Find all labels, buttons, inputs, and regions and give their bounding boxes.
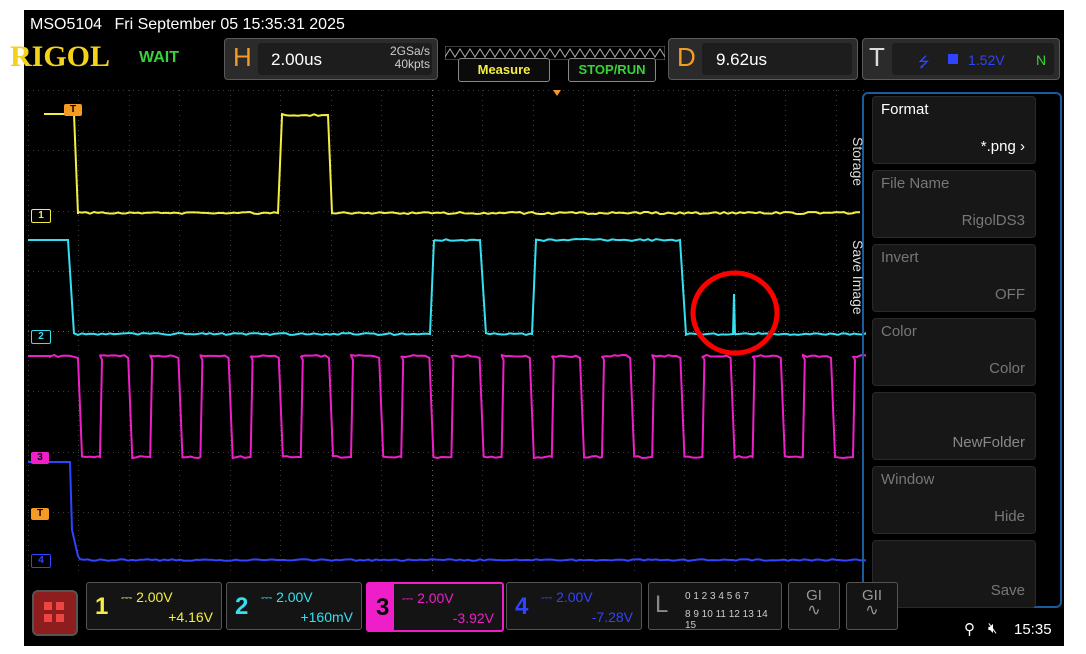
stop-run-button[interactable]: STOP/RUN xyxy=(568,58,656,82)
trigger-level-marker[interactable]: T xyxy=(31,508,49,520)
ch3-marker[interactable]: 3 xyxy=(31,452,49,464)
ch4-offset: -7.28V xyxy=(592,609,633,625)
ch3-offset: -3.92V xyxy=(453,610,494,626)
generator1-button[interactable]: GI ∿ xyxy=(788,582,840,630)
generator2-button[interactable]: GII ∿ xyxy=(846,582,898,630)
ch3-scale-value: 2.00V xyxy=(417,590,454,606)
ch2-number: 2 xyxy=(235,593,248,621)
ch4-number: 4 xyxy=(515,593,528,621)
invert-title: Invert xyxy=(881,249,919,266)
ch4-marker[interactable]: 4 xyxy=(31,554,51,568)
horizontal-letter: H xyxy=(233,42,252,73)
new-folder-label: NewFolder xyxy=(952,434,1025,451)
sample-info: 2GSa/s 40kpts xyxy=(370,45,430,71)
menu-file-name[interactable]: File Name RigolDS3 xyxy=(872,170,1036,238)
datetime: Fri September 05 15:35:31 2025 xyxy=(115,16,345,33)
logic-row2: 8 9 10 11 12 13 14 15 xyxy=(685,609,781,631)
format-title: Format xyxy=(881,101,929,118)
logic-panel[interactable]: L 0 1 2 3 4 5 6 7 8 9 10 11 12 13 14 15 xyxy=(648,582,782,630)
channel4-panel[interactable]: 4 ⎓ 2.00V -7.28V xyxy=(506,582,642,630)
logic-letter: L xyxy=(655,591,668,619)
dc-coupling-icon: ⎓ xyxy=(261,589,276,605)
save-label: Save xyxy=(991,582,1025,599)
trigger-mode: N xyxy=(1036,52,1046,68)
ch1-scale: ⎓ 2.00V xyxy=(121,589,173,606)
grid-square-icon xyxy=(56,602,64,610)
ch2-marker[interactable]: 2 xyxy=(31,330,51,344)
color-title: Color xyxy=(881,323,917,340)
logic-row1: 0 1 2 3 4 5 6 7 xyxy=(685,591,749,602)
menu-new-folder[interactable]: NewFolder xyxy=(872,392,1036,460)
model-name: MSO5104 xyxy=(30,16,102,33)
title-bar: MSO5104 Fri September 05 15:35:31 2025 xyxy=(24,10,345,40)
usb-icon: ⚲ xyxy=(964,620,975,638)
color-value: Color xyxy=(989,360,1025,377)
dc-coupling-icon: ⎓ xyxy=(121,589,136,605)
menu-format[interactable]: Format *.png › xyxy=(872,96,1036,164)
source-ch4-icon xyxy=(948,54,958,64)
grid-square-icon xyxy=(44,602,52,610)
app-menu-button[interactable] xyxy=(32,590,78,636)
file-name-title: File Name xyxy=(881,175,949,192)
memory-depth: 40kpts xyxy=(370,58,430,71)
dc-coupling-icon: ⎓ xyxy=(402,590,417,606)
sine-wave-icon: ∿ xyxy=(847,604,897,618)
delay-value: 9.62us xyxy=(716,50,767,70)
delay-letter: D xyxy=(677,42,696,73)
ch2-offset: +160mV xyxy=(300,609,353,625)
trigger-level: 1.52V xyxy=(968,52,1005,68)
ch3-number: 3 xyxy=(376,594,389,622)
acquisition-status: WAIT xyxy=(139,49,179,67)
clock-time: 15:35 xyxy=(1014,621,1052,638)
ch2-scale: ⎓ 2.00V xyxy=(261,589,313,606)
rigol-logo: RIGOL xyxy=(10,40,110,74)
channel2-panel[interactable]: 2 ⎓ 2.00V +160mV xyxy=(226,582,362,630)
chevron-right-icon: › xyxy=(1016,138,1025,155)
measure-button[interactable]: Measure xyxy=(458,58,550,82)
menu-color[interactable]: Color Color xyxy=(872,318,1036,386)
ch4-scale: ⎓ 2.00V xyxy=(541,589,593,606)
ch1-scale-value: 2.00V xyxy=(136,589,173,605)
window-value: Hide xyxy=(994,508,1025,525)
rising-edge-icon: ⭍ xyxy=(918,52,930,76)
sine-wave-icon: ∿ xyxy=(789,604,839,618)
window-title: Window xyxy=(881,471,934,488)
ch3-scale: ⎓ 2.00V xyxy=(402,590,454,607)
timebase-value: 2.00us xyxy=(271,50,322,70)
ch2-scale-value: 2.00V xyxy=(276,589,313,605)
ch1-marker[interactable]: 1 xyxy=(31,209,51,223)
menu-invert[interactable]: Invert OFF xyxy=(872,244,1036,312)
ch1-number: 1 xyxy=(95,593,108,621)
tab-storage[interactable]: Storage xyxy=(838,112,866,212)
format-value: *.png xyxy=(981,138,1016,155)
grid-square-icon xyxy=(44,614,52,622)
dc-coupling-icon: ⎓ xyxy=(541,589,556,605)
trigger-letter: T xyxy=(869,42,885,73)
tab-save-image[interactable]: Save Image xyxy=(838,222,866,332)
invert-value: OFF xyxy=(995,286,1025,303)
channel1-panel[interactable]: 1 ⎓ 2.00V +4.16V xyxy=(86,582,222,630)
ch1-offset: +4.16V xyxy=(168,609,213,625)
trigger-time-marker: T xyxy=(64,104,82,116)
file-name-value: RigolDS3 xyxy=(962,212,1025,229)
ch4-scale-value: 2.00V xyxy=(556,589,593,605)
grid-square-icon xyxy=(56,614,64,622)
waveform-display[interactable] xyxy=(28,90,866,572)
menu-window[interactable]: Window Hide xyxy=(872,466,1036,534)
speaker-muted-icon[interactable]: 🔇︎ xyxy=(988,620,997,637)
channel3-panel[interactable]: 3 ⎓ 2.00V -3.92V xyxy=(366,582,504,632)
